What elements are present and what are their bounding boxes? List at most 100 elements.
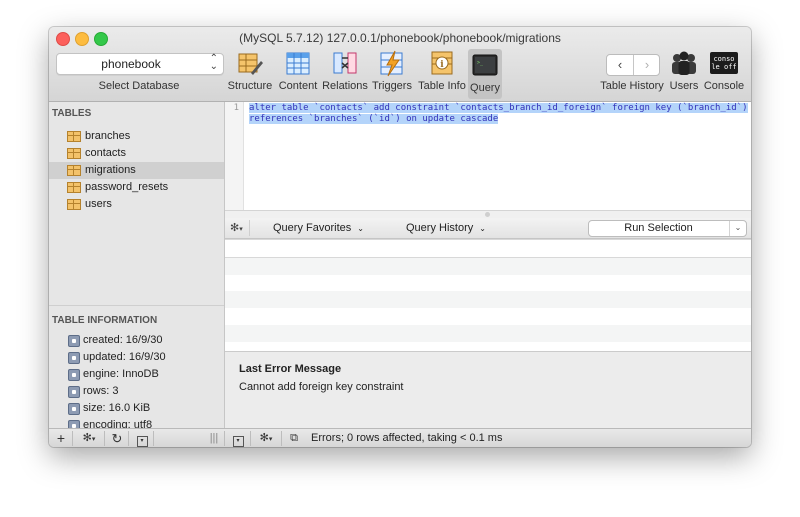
gear-menu-button[interactable]: ✻▾ xyxy=(230,221,243,234)
dropdown-arrow-icon: ▾ xyxy=(268,436,273,443)
toolbar-structure-label: Structure xyxy=(227,80,273,92)
filter-icon: ▾ xyxy=(136,436,148,447)
filter-toggle-button[interactable]: ▾ xyxy=(134,431,150,447)
info-label: updated: 16/9/30 xyxy=(83,351,166,363)
table-info-icon: i xyxy=(431,51,453,75)
table-actions-button[interactable]: ✻▾ xyxy=(78,431,100,446)
table-row xyxy=(225,257,751,275)
info-label: engine: InnoDB xyxy=(83,368,159,380)
database-select-value: phonebook xyxy=(101,57,161,71)
refresh-icon: ↻ xyxy=(111,431,123,446)
sidebar: TABLES branches contacts migrations pass… xyxy=(49,102,225,432)
info-label: rows: 3 xyxy=(83,385,119,397)
results-toggle-button[interactable]: ▾ xyxy=(230,431,246,447)
status-bar: + ✻▾ ↻ ▾ ||| ▾ ✻▾ ⧉ Errors; 0 rows affec… xyxy=(49,428,751,447)
status-divider xyxy=(128,431,129,446)
line-number-gutter: 1 xyxy=(225,102,244,210)
status-divider xyxy=(250,431,251,446)
toolbar-users-button[interactable]: Users xyxy=(669,49,699,97)
results-table[interactable] xyxy=(225,239,751,351)
export-results-button[interactable]: ⧉ xyxy=(286,431,302,446)
dropdown-arrow-icon: ▾ xyxy=(239,226,243,233)
line-number: 1 xyxy=(233,103,239,113)
content-icon xyxy=(286,52,310,75)
svg-text:i: i xyxy=(440,60,444,70)
refresh-button[interactable]: ↻ xyxy=(109,431,125,446)
table-item-label: migrations xyxy=(85,164,136,176)
query-bar: ✻▾ Query Favorites ⌄ Query History ⌄ Run S… xyxy=(225,218,751,239)
query-history-label: Query History xyxy=(406,222,474,234)
query-editor[interactable]: 1 alter table `contacts` add constraint … xyxy=(225,102,751,210)
chevron-down-icon: ⌄ xyxy=(357,224,364,233)
console-icon: conso le off xyxy=(710,52,738,74)
table-row xyxy=(225,239,751,257)
plus-icon: + xyxy=(56,430,66,446)
toolbar-triggers-button[interactable]: Triggers xyxy=(372,49,412,97)
database-select-caption: Select Database xyxy=(98,80,180,92)
window-title: (MySQL 5.7.12) 127.0.0.1/phonebook/phone… xyxy=(239,31,561,45)
table-icon xyxy=(67,131,81,142)
toolbar-query-label: Query xyxy=(470,82,500,94)
toolbar-content-button[interactable]: Content xyxy=(279,49,317,97)
console-badge-top: conso xyxy=(713,55,735,63)
table-item-label: users xyxy=(85,198,112,210)
svg-text:>_: >_ xyxy=(477,60,484,66)
status-divider xyxy=(72,431,73,446)
query-line-1: alter table `contacts` add constraint `c… xyxy=(249,103,748,113)
table-row xyxy=(225,308,751,325)
run-options-dropdown[interactable]: ⌄ xyxy=(729,221,746,236)
info-bullet-icon xyxy=(68,403,80,415)
add-table-button[interactable]: + xyxy=(53,431,69,446)
updown-chevron-icon: ⌃ ⌄ xyxy=(209,53,218,72)
query-history-menu[interactable]: Query History ⌄ xyxy=(406,222,486,234)
table-icon xyxy=(67,148,81,159)
info-label: created: 16/9/30 xyxy=(83,334,163,346)
titlebar: (MySQL 5.7.12) 127.0.0.1/phonebook/phone… xyxy=(49,27,751,102)
tables-heading: TABLES xyxy=(52,108,92,119)
table-icon xyxy=(67,165,81,176)
split-resize-handle[interactable]: ||| xyxy=(209,431,219,446)
table-row xyxy=(225,274,751,291)
gear-icon: ✻ xyxy=(230,222,240,234)
table-item-contacts[interactable]: contacts xyxy=(49,145,224,162)
run-selection-button[interactable]: Run Selection ⌄ xyxy=(588,220,747,237)
chevron-down-icon: ⌄ xyxy=(734,223,742,232)
gear-icon: ✻ xyxy=(259,432,269,444)
table-item-label: password_resets xyxy=(85,181,169,193)
status-divider xyxy=(281,431,282,446)
database-select[interactable]: phonebook ⌃ ⌄ xyxy=(56,53,224,75)
table-row xyxy=(225,291,751,308)
results-actions-button[interactable]: ✻▾ xyxy=(255,431,277,446)
status-divider xyxy=(104,431,105,446)
table-item-branches[interactable]: branches xyxy=(49,128,224,145)
splitter-handle-icon xyxy=(485,212,490,217)
toolbar-relations-button[interactable]: Relations xyxy=(322,49,368,97)
query-favorites-menu[interactable]: Query Favorites ⌄ xyxy=(273,222,364,234)
query-favorites-label: Query Favorites xyxy=(273,222,352,234)
info-bullet-icon xyxy=(68,369,80,381)
table-item-label: branches xyxy=(85,130,131,142)
toolbar-console-button[interactable]: conso le off Console xyxy=(704,49,744,97)
table-item-users[interactable]: users xyxy=(49,196,224,213)
table-history-caption-wrap: Table History xyxy=(600,49,664,97)
table-item-password-resets[interactable]: password_resets xyxy=(49,179,224,196)
toolbar-structure-button[interactable]: Structure xyxy=(228,49,272,97)
qbar-divider xyxy=(249,220,250,236)
table-item-migrations[interactable]: migrations xyxy=(49,162,224,179)
chevron-down-icon: ⌄ xyxy=(479,224,486,233)
table-information-heading: TABLE INFORMATION xyxy=(52,315,158,326)
toolbar-query-button[interactable]: >_ Query xyxy=(468,49,502,99)
table-item-label: contacts xyxy=(85,147,126,159)
toolbar-table-info-button[interactable]: i Table Info xyxy=(418,49,466,97)
run-selection-label: Run Selection xyxy=(624,222,693,234)
query-text[interactable]: alter table `contacts` add constraint `c… xyxy=(249,103,748,125)
sidebar-divider xyxy=(49,305,224,306)
resize-handle-icon: ||| xyxy=(209,432,219,444)
dropdown-arrow-icon: ▾ xyxy=(91,436,96,443)
toggle-pane-icon: ▾ xyxy=(232,436,244,447)
structure-icon xyxy=(238,53,263,75)
status-divider xyxy=(224,431,225,446)
toolbar-triggers-label: Triggers xyxy=(372,80,412,92)
info-label: size: 16.0 KiB xyxy=(83,402,151,414)
gear-icon: ✻ xyxy=(82,432,92,444)
